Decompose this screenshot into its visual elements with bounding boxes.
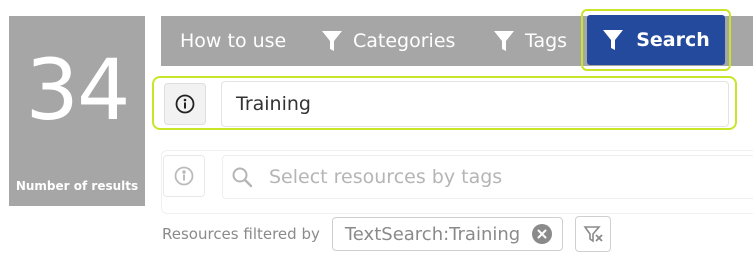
tab-categories-label: Categories xyxy=(353,30,456,52)
tags-select-input[interactable]: Select resources by tags xyxy=(222,155,753,199)
results-count-label: Number of results xyxy=(15,179,139,193)
tab-search-highlight: Search xyxy=(581,9,731,71)
nav-tab-bar: How to use Categories Tags Search xyxy=(161,9,753,71)
filter-icon xyxy=(603,30,624,50)
filter-chip: TextSearch:Training xyxy=(331,217,564,251)
search-icon xyxy=(232,167,253,188)
search-info-button[interactable] xyxy=(164,83,206,125)
filter-icon xyxy=(322,31,342,51)
clear-filters-button[interactable] xyxy=(575,216,612,252)
tags-info-button[interactable] xyxy=(163,155,205,197)
tab-search-label: Search xyxy=(636,29,710,51)
tab-tags-label: Tags xyxy=(525,30,568,52)
tags-placeholder: Select resources by tags xyxy=(269,166,503,188)
tab-search[interactable]: Search xyxy=(587,15,725,65)
close-icon xyxy=(537,229,547,239)
results-count: 34 xyxy=(25,41,131,139)
tab-how-to-use-label: How to use xyxy=(180,30,287,52)
clear-filter-icon xyxy=(583,226,603,243)
remove-filter-button[interactable] xyxy=(532,224,553,244)
tab-how-to-use[interactable]: How to use xyxy=(180,16,286,66)
info-icon xyxy=(174,166,194,186)
filter-chip-label: TextSearch:Training xyxy=(344,223,521,245)
text-search-row: Training xyxy=(152,76,737,130)
results-count-panel: 34 Number of results xyxy=(9,16,145,206)
tab-categories[interactable]: Categories xyxy=(321,16,455,66)
info-icon xyxy=(175,94,195,114)
search-input[interactable]: Training xyxy=(221,81,729,127)
tag-search-row: Select resources by tags xyxy=(161,150,753,214)
active-filters: Resources filtered by TextSearch:Trainin… xyxy=(162,215,612,253)
filter-icon xyxy=(494,31,514,51)
tab-tags[interactable]: Tags xyxy=(493,16,567,66)
active-filters-label: Resources filtered by xyxy=(162,225,320,243)
